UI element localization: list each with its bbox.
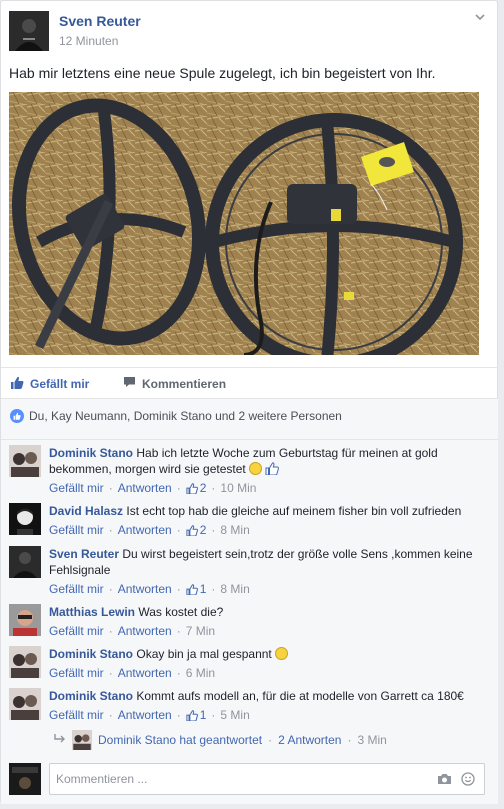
comment-author[interactable]: Dominik Stano	[49, 689, 133, 703]
comment-author[interactable]: Matthias Lewin	[49, 605, 135, 619]
replies-summary[interactable]: Dominik Stano hat geantwortet · 2 Antwor…	[54, 730, 387, 750]
like-button-label: Gefällt mir	[30, 377, 90, 391]
emoji-icon[interactable]	[461, 772, 475, 789]
comment-like-count[interactable]: 2	[186, 480, 206, 496]
like-button[interactable]: Gefällt mir	[10, 376, 89, 392]
comment-time[interactable]: 7 Min	[186, 623, 215, 639]
comment-reply-link[interactable]: Antworten	[118, 522, 172, 538]
post-timestamp[interactable]: 12 Minuten	[59, 34, 118, 48]
comment-like-link[interactable]: Gefällt mir	[49, 665, 104, 681]
comment-author[interactable]: Sven Reuter	[49, 547, 119, 561]
reply-arrow-icon	[54, 733, 66, 747]
post-text: Hab mir letztens eine neue Spule zugeleg…	[9, 65, 436, 81]
scrollbar[interactable]	[498, 0, 504, 809]
avatar-person-dark-icon[interactable]	[9, 503, 41, 535]
comment-like-count[interactable]: 2	[186, 522, 206, 538]
composer-avatar	[9, 763, 41, 795]
comment-time[interactable]: 8 Min	[220, 522, 249, 538]
comment-button-label: Kommentieren	[142, 376, 227, 391]
comment-text: Okay bin ja mal gespannt	[136, 647, 272, 661]
comment-icon	[123, 376, 136, 391]
reply-time: 3 Min	[357, 733, 387, 747]
thumbs-up-icon	[265, 462, 280, 476]
divider	[1, 439, 499, 440]
post-photo[interactable]	[9, 92, 479, 355]
avatar-person-dark-icon[interactable]	[9, 546, 41, 578]
comment-like-count[interactable]: 1	[186, 707, 206, 723]
avatar-people-icon[interactable]	[9, 445, 41, 477]
post-author[interactable]: Sven Reuter	[59, 13, 141, 29]
comment-input[interactable]	[56, 772, 416, 786]
reply-avatar[interactable]	[72, 730, 92, 750]
comment-text: Ist echt top hab die gleiche auf meinem …	[126, 504, 462, 518]
comment-composer[interactable]	[49, 763, 485, 795]
comment-like-count[interactable]: 1	[186, 581, 206, 597]
comment-reply-link[interactable]: Antworten	[118, 581, 172, 597]
comment-text: Was kostet die?	[138, 605, 224, 619]
comment-reply-link[interactable]: Antworten	[118, 623, 172, 639]
comment-like-link[interactable]: Gefällt mir	[49, 480, 104, 496]
avatar-person-red-icon[interactable]	[9, 604, 41, 636]
avatar-people-icon[interactable]	[9, 646, 41, 678]
smiley-icon	[249, 462, 263, 475]
comment-author[interactable]: David Halasz	[49, 504, 123, 518]
comment-time[interactable]: 6 Min	[186, 665, 215, 681]
comment-author[interactable]: Dominik Stano	[49, 647, 133, 661]
reply-count[interactable]: 2 Antworten	[278, 733, 341, 747]
comment-author[interactable]: Dominik Stano	[49, 446, 133, 460]
chevron-down-icon[interactable]	[475, 13, 485, 24]
comment-time[interactable]: 5 Min	[220, 707, 249, 723]
post-action-bar: Gefällt mir Kommentieren	[1, 367, 499, 399]
comment-time[interactable]: 8 Min	[220, 581, 249, 597]
comment-reply-link[interactable]: Antworten	[118, 707, 172, 723]
camera-icon[interactable]	[437, 773, 452, 788]
comment-like-link[interactable]: Gefällt mir	[49, 707, 104, 723]
comment-text: Kommt aufs modell an, für die at modelle…	[136, 689, 464, 703]
comment-button[interactable]: Kommentieren	[123, 376, 226, 391]
likes-summary[interactable]: Du, Kay Neumann, Dominik Stano und 2 wei…	[1, 409, 499, 440]
comment-like-link[interactable]: Gefällt mir	[49, 522, 104, 538]
avatar-people-icon[interactable]	[9, 688, 41, 720]
thumbs-up-icon	[10, 376, 24, 392]
comment-like-link[interactable]: Gefällt mir	[49, 581, 104, 597]
smiley-icon	[275, 647, 289, 660]
likes-summary-text: Du, Kay Neumann, Dominik Stano und 2 wei…	[29, 409, 342, 423]
reply-summary-text[interactable]: Dominik Stano hat geantwortet	[98, 733, 262, 747]
post-card: Sven Reuter 12 Minuten Hab mir letztens …	[0, 0, 499, 804]
comment-time[interactable]: 10 Min	[220, 480, 256, 496]
like-reaction-icon	[10, 409, 24, 423]
author-avatar[interactable]	[9, 11, 49, 51]
comment-like-link[interactable]: Gefällt mir	[49, 623, 104, 639]
comment-reply-link[interactable]: Antworten	[118, 480, 172, 496]
comment-reply-link[interactable]: Antworten	[118, 665, 172, 681]
